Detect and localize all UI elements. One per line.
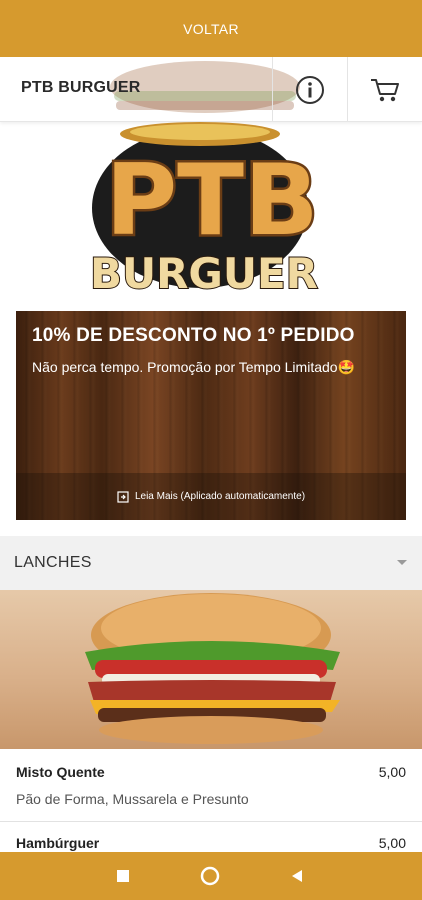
back-nav-button[interactable] — [283, 862, 311, 890]
chevron-down-icon — [397, 560, 407, 565]
home-button[interactable] — [196, 862, 224, 890]
back-bar[interactable]: VOLTAR — [0, 0, 422, 57]
circle-icon — [200, 866, 220, 886]
product-name: Hambúrguer — [16, 835, 100, 851]
info-button[interactable] — [272, 57, 347, 121]
recents-button[interactable] — [109, 862, 137, 890]
info-icon — [296, 75, 324, 104]
svg-text:BURGUER: BURGUER — [90, 249, 318, 296]
product-item[interactable]: Misto Quente 5,00 Pão de Forma, Mussarel… — [0, 750, 422, 822]
category-title: LANCHES — [14, 554, 92, 571]
product-name: Misto Quente — [16, 764, 105, 780]
store-logo: PTB BURGUER — [40, 116, 385, 299]
cart-button[interactable] — [347, 57, 422, 121]
back-button[interactable]: VOLTAR — [183, 21, 239, 37]
product-price: 5,00 — [378, 835, 406, 851]
promo-banner[interactable]: 10% DE DESCONTO NO 1º PEDIDO Não perca t… — [16, 311, 406, 520]
category-lanches[interactable]: LANCHES — [0, 536, 422, 590]
read-more-label: Leia Mais (Aplicado automaticamente) — [134, 491, 306, 502]
store-header: PTB BURGUER — [0, 57, 422, 122]
expand-icon — [117, 490, 129, 503]
product-price: 5,00 — [378, 764, 406, 780]
promo-read-more[interactable]: Leia Mais (Aplicado automaticamente) — [16, 473, 406, 520]
store-name: PTB BURGUER — [21, 79, 141, 96]
square-icon — [117, 870, 129, 882]
triangle-back-icon — [292, 870, 302, 882]
cart-icon — [371, 78, 399, 101]
promo-title: 10% DE DESCONTO NO 1º PEDIDO — [32, 325, 355, 346]
android-nav-bar — [0, 852, 422, 900]
ptb-burguer-logo: PTB BURGUER — [89, 122, 321, 299]
burger-photo — [85, 593, 340, 744]
product-item[interactable]: Hambúrguer 5,00 — [0, 823, 422, 853]
product-description: Pão de Forma, Mussarela e Presunto — [16, 791, 249, 807]
svg-text:PTB: PTB — [105, 144, 318, 258]
promo-text: Não perca tempo. Promoção por Tempo Limi… — [32, 359, 355, 375]
category-image — [0, 590, 422, 749]
